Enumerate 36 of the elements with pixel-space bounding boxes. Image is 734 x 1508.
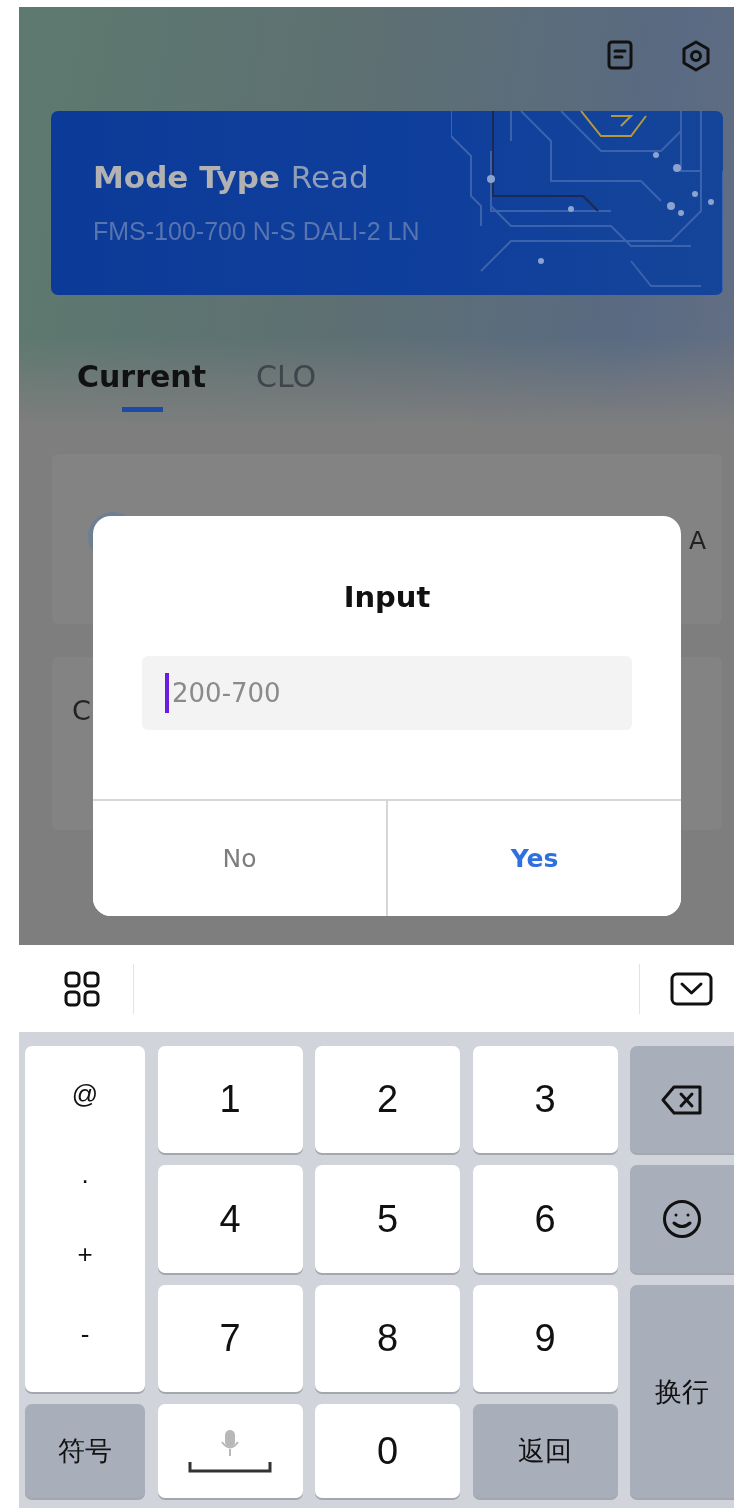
tab[interactable]: Current	[77, 359, 206, 412]
digit-key[interactable]: 7	[157, 1285, 303, 1392]
settings-icon[interactable]	[681, 40, 711, 72]
digit-key[interactable]: 9	[472, 1285, 618, 1392]
yes-button[interactable]: Yes	[386, 801, 681, 916]
card-title: C	[72, 695, 91, 726]
digit-key[interactable]: 2	[315, 1046, 460, 1153]
input-field[interactable]: 200-700	[142, 656, 632, 730]
dialog-title: Input	[343, 580, 431, 614]
digit-key[interactable]: 0	[315, 1404, 460, 1498]
digit-key[interactable]: 6	[472, 1165, 618, 1273]
digit-key[interactable]: 3	[472, 1046, 618, 1153]
digit-key[interactable]: 5	[315, 1165, 460, 1273]
mode-type-title: Mode Type Read	[93, 159, 370, 195]
keyboard-hide-icon[interactable]	[670, 971, 713, 1006]
space-key[interactable]	[157, 1404, 303, 1498]
model-name: FMS-100-700 N-S DALI-2 LN	[93, 217, 421, 246]
enter-key[interactable]: 换行	[630, 1285, 734, 1498]
backspace-key[interactable]	[630, 1046, 734, 1153]
smiley-icon	[662, 1199, 702, 1239]
symbol-key[interactable]: +	[67, 1234, 103, 1274]
microphone-icon	[220, 1429, 240, 1457]
digit-key[interactable]: 1	[157, 1046, 303, 1153]
digit-key[interactable]: 8	[315, 1285, 460, 1392]
grid-icon[interactable]	[64, 970, 100, 1007]
space-bar-icon	[188, 1461, 272, 1473]
symbol-key[interactable]: -	[70, 1314, 100, 1354]
symbol-key[interactable]: .	[71, 1154, 99, 1194]
emoji-key[interactable]	[630, 1165, 734, 1273]
function-key[interactable]: 符号	[25, 1404, 145, 1498]
function-key[interactable]: 返回	[472, 1404, 618, 1498]
channel-value: A	[688, 526, 706, 555]
document-icon[interactable]	[607, 40, 633, 70]
backspace-icon	[660, 1083, 704, 1116]
symbol-key[interactable]: @	[61, 1074, 109, 1114]
digit-key[interactable]: 4	[157, 1165, 303, 1273]
